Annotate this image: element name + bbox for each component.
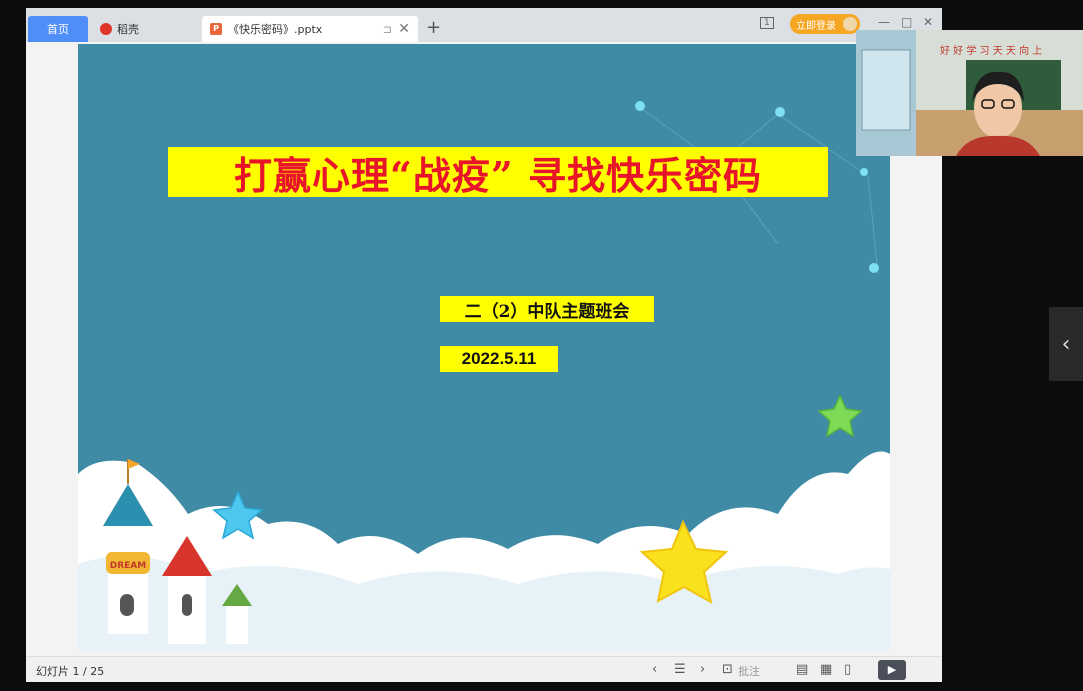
castle-illustration: DREAM — [103, 459, 252, 644]
tab-daoke[interactable]: 稻壳 — [92, 16, 196, 42]
login-label: 立即登录 — [796, 20, 836, 32]
tab-file-label: 《快乐密码》.pptx — [228, 23, 323, 36]
slide-subtitle: 二（2）中队主题班会 — [440, 296, 654, 322]
webcam-frame: 好 好 学 习 天 天 向 上 — [856, 30, 1083, 156]
daoke-icon — [100, 23, 112, 35]
play-icon[interactable]: ▶ — [878, 660, 906, 680]
avatar-icon — [843, 17, 857, 31]
maximize-icon[interactable]: □ — [901, 15, 912, 29]
minimize-icon[interactable]: — — [878, 15, 890, 29]
ppt-icon: P — [210, 23, 222, 35]
status-bar: 幻灯片 1 / 25 ‹ ☰ › ⊡ 批注 ▤ ▦ ▯ ▶ — [26, 656, 942, 682]
book-view-icon[interactable]: ▯ — [844, 662, 851, 677]
screen: 首页 稻壳 P 《快乐密码》.pptx ⊐ ✕ + 1 立即登录 — □ ✕ D… — [0, 0, 1083, 691]
slide-canvas[interactable]: DREAM 打赢心理“战疫” 寻找快乐密码 二（2）中队主题班会 2022.5.… — [78, 44, 890, 652]
castle-sign: DREAM — [110, 561, 147, 571]
window-close-icon[interactable]: ✕ — [923, 15, 933, 29]
tab-home-label: 首页 — [47, 23, 69, 36]
slide-title: 打赢心理“战疫” 寻找快乐密码 — [168, 147, 828, 198]
webcam-board-text: 好 好 学 习 天 天 向 上 — [940, 44, 1042, 57]
tab-home[interactable]: 首页 — [28, 16, 88, 42]
list-icon[interactable]: ☰ — [674, 662, 686, 677]
comment-icon[interactable]: ⊡ — [722, 662, 733, 677]
page-indicator: 1 — [764, 18, 770, 28]
normal-view-icon[interactable]: ▤ — [796, 662, 808, 677]
slide-count: 幻灯片 1 / 25 — [36, 665, 105, 678]
webcam-video: 好 好 学 习 天 天 向 上 — [856, 30, 1083, 156]
comment-button[interactable]: 批注 — [738, 663, 760, 679]
tab-daoke-label: 稻壳 — [117, 23, 139, 36]
pin-icon[interactable]: ⊐ — [383, 23, 392, 36]
login-button[interactable]: 立即登录 — [790, 14, 860, 34]
tab-file[interactable]: P 《快乐密码》.pptx ⊐ ✕ — [202, 16, 418, 42]
close-icon[interactable]: ✕ — [398, 21, 410, 37]
reading-view-icon[interactable]: 1 — [760, 17, 774, 29]
chevron-left-icon[interactable]: ‹ — [1049, 307, 1083, 381]
next-icon[interactable]: › — [700, 662, 705, 677]
tab-bar: 首页 稻壳 P 《快乐密码》.pptx ⊐ ✕ + 1 立即登录 — □ ✕ — [26, 8, 942, 42]
prev-icon[interactable]: ‹ — [652, 662, 657, 677]
grid-view-icon[interactable]: ▦ — [820, 662, 832, 677]
add-tab-icon[interactable]: + — [426, 17, 441, 38]
slide-date: 2022.5.11 — [440, 346, 558, 372]
presentation-app-window: 首页 稻壳 P 《快乐密码》.pptx ⊐ ✕ + 1 立即登录 — □ ✕ D… — [26, 8, 942, 682]
